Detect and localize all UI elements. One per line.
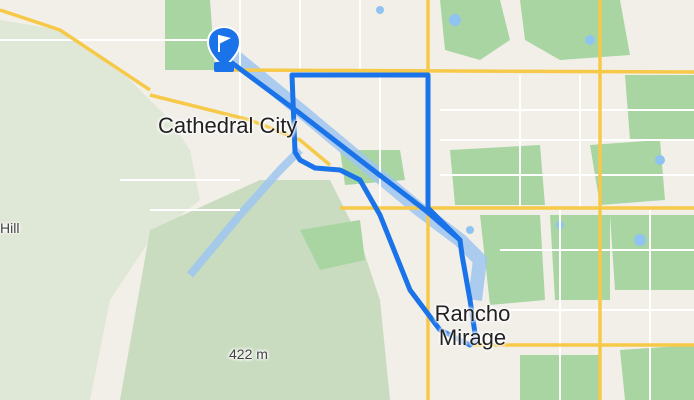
park bbox=[165, 0, 215, 70]
water bbox=[655, 155, 665, 165]
park bbox=[625, 75, 694, 140]
label-cathedral-city: Cathedral City bbox=[158, 113, 298, 138]
water bbox=[376, 6, 384, 14]
label-rancho-mirage: Rancho Mirage bbox=[420, 302, 525, 350]
park bbox=[440, 0, 510, 60]
park bbox=[620, 345, 694, 400]
water bbox=[634, 234, 646, 246]
label-hill: Hill bbox=[0, 220, 20, 236]
map-canvas[interactable] bbox=[0, 0, 694, 400]
park bbox=[520, 0, 630, 60]
map[interactable]: Cathedral City Rancho Mirage 422 m Hill bbox=[0, 0, 694, 400]
label-rancho: Rancho bbox=[434, 301, 511, 326]
label-elevation: 422 m bbox=[229, 346, 268, 362]
label-mirage: Mirage bbox=[438, 325, 507, 350]
water bbox=[466, 226, 474, 234]
park bbox=[480, 215, 545, 305]
water bbox=[449, 14, 461, 26]
park bbox=[610, 215, 694, 290]
water bbox=[585, 35, 595, 45]
